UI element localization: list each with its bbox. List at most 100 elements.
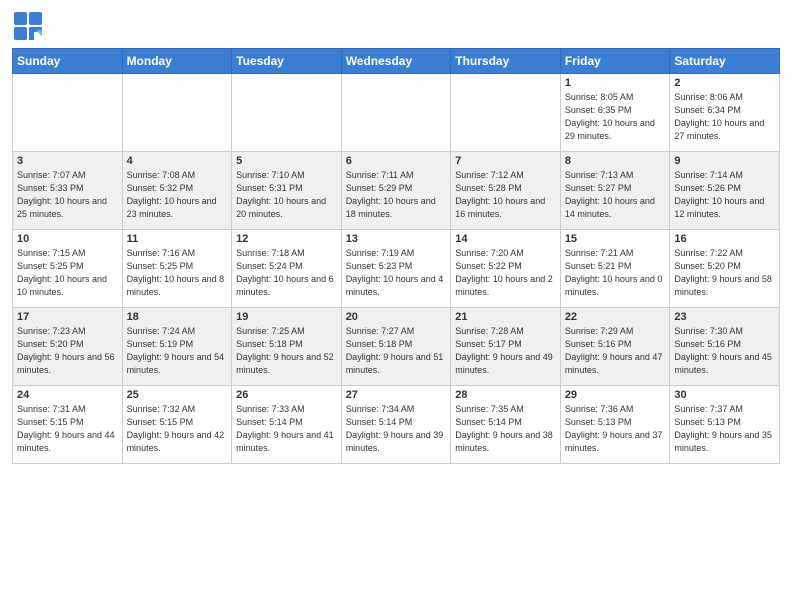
day-info: Sunrise: 7:37 AM Sunset: 5:13 PM Dayligh…	[674, 403, 775, 455]
calendar: SundayMondayTuesdayWednesdayThursdayFrid…	[12, 48, 780, 464]
calendar-cell: 24Sunrise: 7:31 AM Sunset: 5:15 PM Dayli…	[13, 386, 123, 464]
day-info: Sunrise: 7:33 AM Sunset: 5:14 PM Dayligh…	[236, 403, 337, 455]
calendar-cell: 9 Sunrise: 7:14 AM Sunset: 5:26 PM Daylig…	[670, 152, 780, 230]
weekday-header-wednesday: Wednesday	[341, 49, 451, 74]
day-number: 26	[236, 389, 337, 401]
calendar-cell: 19Sunrise: 7:25 AM Sunset: 5:18 PM Dayli…	[232, 308, 342, 386]
calendar-week-1: 1 Sunrise: 8:05 AM Sunset: 6:35 PM Daylig…	[13, 74, 780, 152]
calendar-cell: 28 Sunrise: 7:35 AM Sunset: 5:14 PM Dayli…	[451, 386, 561, 464]
calendar-cell: 14Sunrise: 7:20 AM Sunset: 5:22 PM Dayli…	[451, 230, 561, 308]
calendar-week-2: 3Sunrise: 7:07 AM Sunset: 5:33 PM Daylig…	[13, 152, 780, 230]
day-info: Sunrise: 7:27 AM Sunset: 5:18 PM Dayligh…	[346, 325, 447, 377]
calendar-cell: 29 Sunrise: 7:36 AM Sunset: 5:13 PM Dayli…	[560, 386, 670, 464]
day-info: Sunrise: 7:10 AM Sunset: 5:31 PM Dayligh…	[236, 169, 337, 221]
logo-icon	[12, 10, 44, 42]
day-info: Sunrise: 7:29 AM Sunset: 5:16 PM Dayligh…	[565, 325, 666, 377]
weekday-header-tuesday: Tuesday	[232, 49, 342, 74]
calendar-cell: 3Sunrise: 7:07 AM Sunset: 5:33 PM Daylig…	[13, 152, 123, 230]
header	[12, 10, 780, 42]
page: SundayMondayTuesdayWednesdayThursdayFrid…	[0, 0, 792, 472]
day-number: 4	[127, 155, 228, 167]
day-number: 15	[565, 233, 666, 245]
day-info: Sunrise: 7:34 AM Sunset: 5:14 PM Dayligh…	[346, 403, 447, 455]
weekday-header-friday: Friday	[560, 49, 670, 74]
calendar-week-3: 10 Sunrise: 7:15 AM Sunset: 5:25 PM Dayli…	[13, 230, 780, 308]
weekday-header-thursday: Thursday	[451, 49, 561, 74]
day-info: Sunrise: 8:06 AM Sunset: 6:34 PM Dayligh…	[674, 91, 775, 143]
day-info: Sunrise: 7:19 AM Sunset: 5:23 PM Dayligh…	[346, 247, 447, 299]
weekday-header-monday: Monday	[122, 49, 232, 74]
day-info: Sunrise: 7:15 AM Sunset: 5:25 PM Dayligh…	[17, 247, 118, 299]
day-info: Sunrise: 7:11 AM Sunset: 5:29 PM Dayligh…	[346, 169, 447, 221]
day-info: Sunrise: 7:36 AM Sunset: 5:13 PM Dayligh…	[565, 403, 666, 455]
day-number: 17	[17, 311, 118, 323]
day-number: 11	[127, 233, 228, 245]
calendar-cell: 16 Sunrise: 7:22 AM Sunset: 5:20 PM Dayli…	[670, 230, 780, 308]
day-info: Sunrise: 7:13 AM Sunset: 5:27 PM Dayligh…	[565, 169, 666, 221]
day-number: 10	[17, 233, 118, 245]
day-number: 25	[127, 389, 228, 401]
day-info: Sunrise: 7:16 AM Sunset: 5:25 PM Dayligh…	[127, 247, 228, 299]
calendar-cell: 4 Sunrise: 7:08 AM Sunset: 5:32 PM Daylig…	[122, 152, 232, 230]
day-number: 16	[674, 233, 775, 245]
calendar-cell: 20Sunrise: 7:27 AM Sunset: 5:18 PM Dayli…	[341, 308, 451, 386]
calendar-cell	[451, 74, 561, 152]
calendar-cell: 2 Sunrise: 8:06 AM Sunset: 6:34 PM Daylig…	[670, 74, 780, 152]
day-number: 6	[346, 155, 447, 167]
day-number: 24	[17, 389, 118, 401]
calendar-cell: 27 Sunrise: 7:34 AM Sunset: 5:14 PM Dayli…	[341, 386, 451, 464]
day-number: 28	[455, 389, 556, 401]
calendar-cell: 25 Sunrise: 7:32 AM Sunset: 5:15 PM Dayli…	[122, 386, 232, 464]
day-info: Sunrise: 7:22 AM Sunset: 5:20 PM Dayligh…	[674, 247, 775, 299]
weekday-header-sunday: Sunday	[13, 49, 123, 74]
day-number: 18	[127, 311, 228, 323]
day-number: 13	[346, 233, 447, 245]
day-info: Sunrise: 7:14 AM Sunset: 5:26 PM Dayligh…	[674, 169, 775, 221]
day-info: Sunrise: 7:08 AM Sunset: 5:32 PM Dayligh…	[127, 169, 228, 221]
calendar-cell: 17 Sunrise: 7:23 AM Sunset: 5:20 PM Dayli…	[13, 308, 123, 386]
day-info: Sunrise: 7:18 AM Sunset: 5:24 PM Dayligh…	[236, 247, 337, 299]
day-info: Sunrise: 7:20 AM Sunset: 5:22 PM Dayligh…	[455, 247, 556, 299]
calendar-cell: 8 Sunrise: 7:13 AM Sunset: 5:27 PM Daylig…	[560, 152, 670, 230]
day-info: Sunrise: 7:25 AM Sunset: 5:18 PM Dayligh…	[236, 325, 337, 377]
day-info: Sunrise: 7:12 AM Sunset: 5:28 PM Dayligh…	[455, 169, 556, 221]
weekday-header-row: SundayMondayTuesdayWednesdayThursdayFrid…	[13, 49, 780, 74]
day-number: 7	[455, 155, 556, 167]
calendar-cell: 15 Sunrise: 7:21 AM Sunset: 5:21 PM Dayli…	[560, 230, 670, 308]
day-info: Sunrise: 7:23 AM Sunset: 5:20 PM Dayligh…	[17, 325, 118, 377]
day-number: 1	[565, 77, 666, 89]
calendar-cell: 18 Sunrise: 7:24 AM Sunset: 5:19 PM Dayli…	[122, 308, 232, 386]
day-info: Sunrise: 7:28 AM Sunset: 5:17 PM Dayligh…	[455, 325, 556, 377]
calendar-cell	[341, 74, 451, 152]
calendar-week-4: 17 Sunrise: 7:23 AM Sunset: 5:20 PM Dayli…	[13, 308, 780, 386]
logo	[12, 10, 48, 42]
day-info: Sunrise: 7:32 AM Sunset: 5:15 PM Dayligh…	[127, 403, 228, 455]
calendar-cell	[122, 74, 232, 152]
day-info: Sunrise: 7:35 AM Sunset: 5:14 PM Dayligh…	[455, 403, 556, 455]
day-number: 29	[565, 389, 666, 401]
day-info: Sunrise: 8:05 AM Sunset: 6:35 PM Dayligh…	[565, 91, 666, 143]
day-number: 22	[565, 311, 666, 323]
day-number: 9	[674, 155, 775, 167]
calendar-cell	[232, 74, 342, 152]
day-number: 2	[674, 77, 775, 89]
calendar-week-5: 24Sunrise: 7:31 AM Sunset: 5:15 PM Dayli…	[13, 386, 780, 464]
day-info: Sunrise: 7:24 AM Sunset: 5:19 PM Dayligh…	[127, 325, 228, 377]
calendar-cell: 13 Sunrise: 7:19 AM Sunset: 5:23 PM Dayli…	[341, 230, 451, 308]
day-number: 23	[674, 311, 775, 323]
day-number: 12	[236, 233, 337, 245]
calendar-cell: 10 Sunrise: 7:15 AM Sunset: 5:25 PM Dayli…	[13, 230, 123, 308]
day-info: Sunrise: 7:07 AM Sunset: 5:33 PM Dayligh…	[17, 169, 118, 221]
day-number: 27	[346, 389, 447, 401]
calendar-cell: 1 Sunrise: 8:05 AM Sunset: 6:35 PM Daylig…	[560, 74, 670, 152]
calendar-cell: 21 Sunrise: 7:28 AM Sunset: 5:17 PM Dayli…	[451, 308, 561, 386]
calendar-cell: 22 Sunrise: 7:29 AM Sunset: 5:16 PM Dayli…	[560, 308, 670, 386]
day-number: 8	[565, 155, 666, 167]
calendar-cell	[13, 74, 123, 152]
calendar-cell: 30 Sunrise: 7:37 AM Sunset: 5:13 PM Dayli…	[670, 386, 780, 464]
day-number: 21	[455, 311, 556, 323]
day-info: Sunrise: 7:21 AM Sunset: 5:21 PM Dayligh…	[565, 247, 666, 299]
calendar-cell: 26 Sunrise: 7:33 AM Sunset: 5:14 PM Dayli…	[232, 386, 342, 464]
calendar-cell: 12 Sunrise: 7:18 AM Sunset: 5:24 PM Dayli…	[232, 230, 342, 308]
day-number: 30	[674, 389, 775, 401]
